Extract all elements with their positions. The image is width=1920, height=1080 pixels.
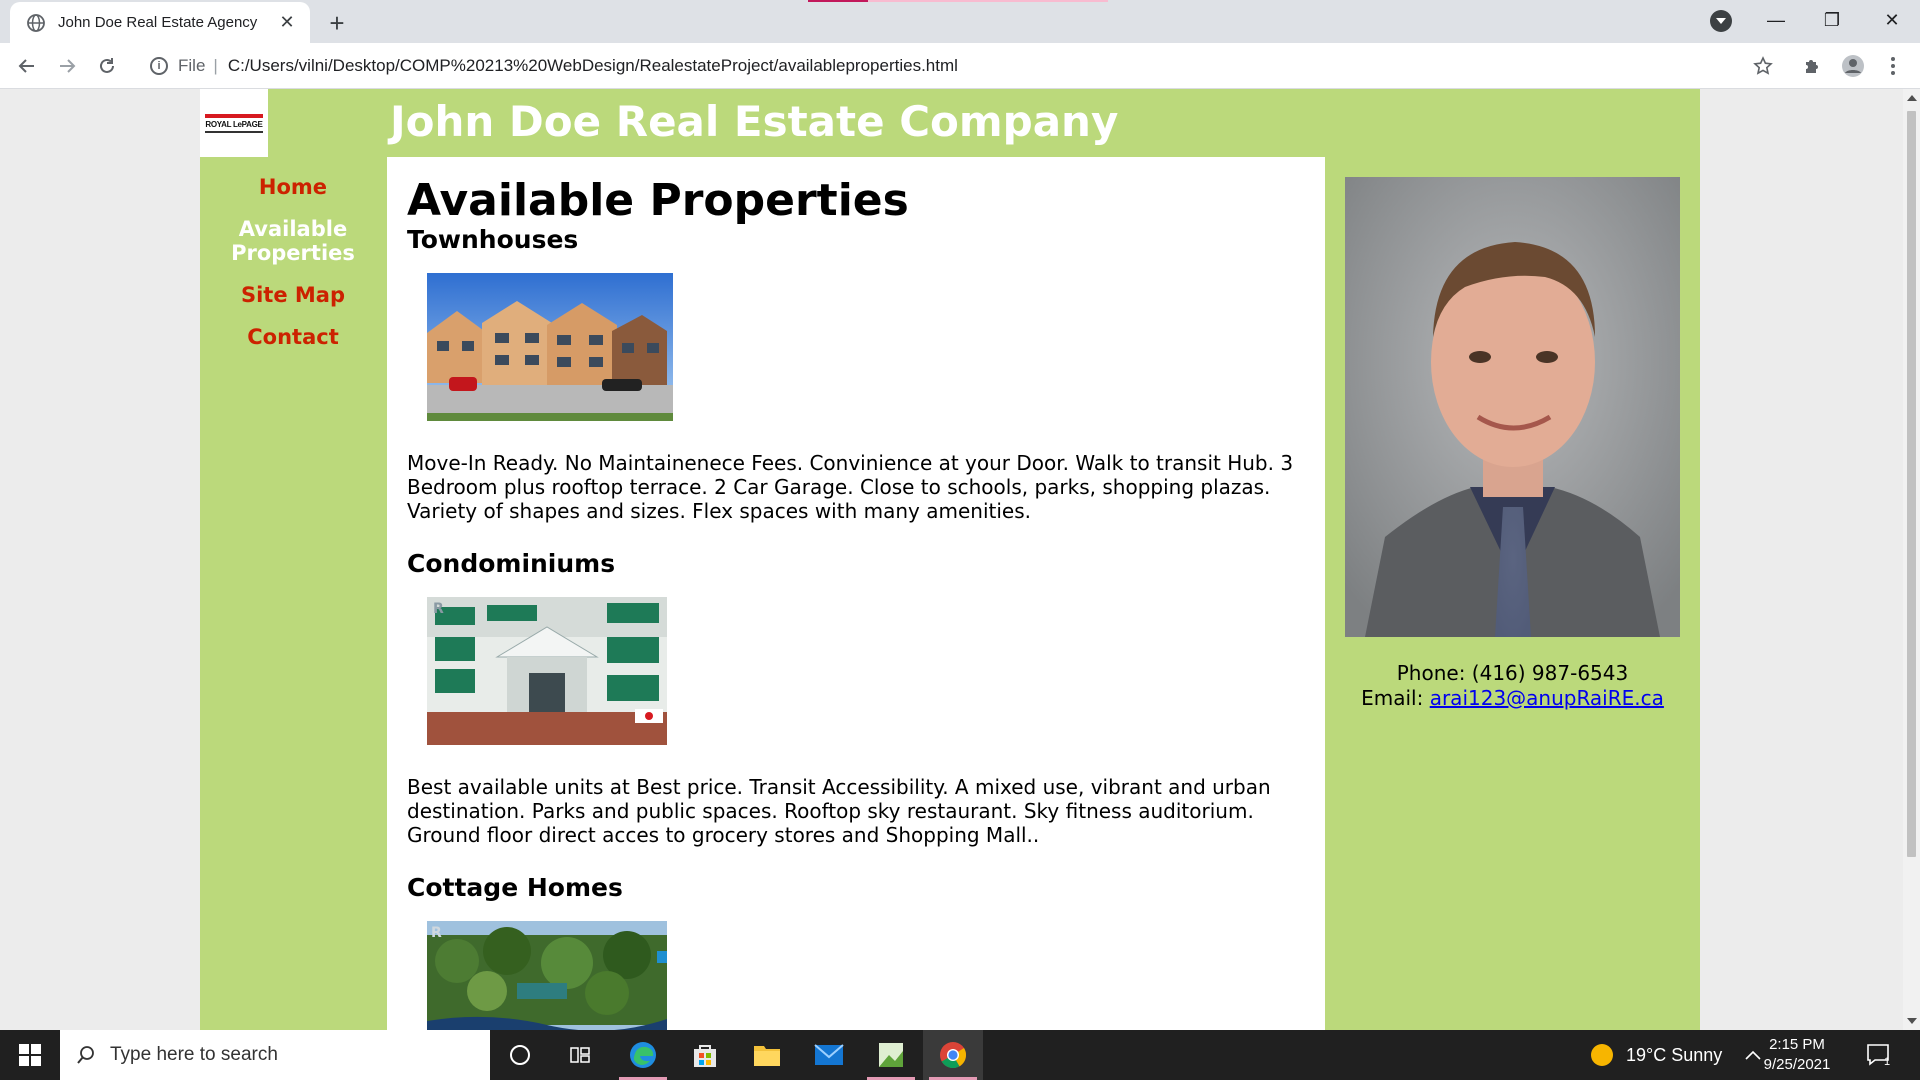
globe-icon — [27, 13, 45, 32]
nav-available-properties-link[interactable]: Available Properties — [200, 217, 386, 265]
sun-icon — [1591, 1044, 1613, 1066]
forward-button[interactable] — [52, 51, 82, 81]
chrome-icon[interactable] — [923, 1030, 983, 1080]
page-viewport: ROYAL LePAGE John Doe Real Estate Compan… — [0, 89, 1903, 1030]
scroll-down-arrow-icon[interactable] — [1907, 1018, 1917, 1024]
notification-count: 1 — [1884, 1056, 1891, 1068]
condominiums-description: Best available units at Best price. Tran… — [407, 775, 1271, 847]
agent-portrait — [1345, 177, 1680, 637]
info-icon[interactable]: i — [150, 57, 168, 75]
site-header: ROYAL LePAGE John Doe Real Estate Compan… — [200, 89, 1700, 157]
browser-tab[interactable]: John Doe Real Estate Agency ✕ — [10, 2, 310, 43]
svg-text:R: R — [433, 601, 444, 617]
search-icon — [77, 1046, 94, 1064]
agent-sidebar: Phone: (416) 987-6543 Email: arai123@anu… — [1345, 177, 1680, 711]
townhouses-heading: Townhouses — [407, 225, 579, 254]
scroll-up-arrow-icon[interactable] — [1907, 95, 1917, 101]
svg-text:R: R — [431, 925, 442, 941]
windows-taskbar: Type here to search 19°C Sunny 2:15 PM 9… — [0, 1030, 1920, 1080]
extensions-puzzle-icon[interactable] — [1797, 51, 1827, 81]
windows-logo-icon — [19, 1044, 41, 1066]
email-label: Email: — [1361, 686, 1430, 710]
townhouses-description: Move-In Ready. No Maintainenece Fees. Co… — [407, 451, 1294, 523]
agent-email-link[interactable]: arai123@anupRaiRE.ca — [1430, 686, 1664, 710]
nav-available-line2: Properties — [231, 241, 355, 265]
royal-lepage-logo[interactable]: ROYAL LePAGE — [200, 89, 268, 157]
reload-icon — [100, 58, 114, 73]
arrow-left-icon — [18, 59, 34, 73]
nav-available-line1: Available — [238, 217, 348, 241]
mail-icon[interactable] — [799, 1030, 859, 1080]
restore-button[interactable]: ❐ — [1804, 0, 1860, 40]
nav-home-link[interactable]: Home — [200, 175, 386, 199]
url-text: C:/Users/vilni/Desktop/COMP%20213%20WebD… — [227, 56, 958, 75]
notification-center-icon[interactable]: 1 — [1866, 1030, 1890, 1080]
profile-avatar-icon[interactable] — [1838, 51, 1868, 81]
weather-text: 19°C Sunny — [1626, 1044, 1723, 1065]
browser-toolbar: i File | C:/Users/vilni/Desktop/COMP%202… — [0, 43, 1920, 89]
address-bar[interactable]: i File | C:/Users/vilni/Desktop/COMP%202… — [138, 49, 1778, 83]
site-title: John Doe Real Estate Company — [390, 97, 1119, 146]
weather-widget[interactable]: 19°C Sunny — [1590, 1030, 1722, 1080]
agent-phone: Phone: (416) 987-6543 — [1396, 661, 1629, 685]
browser-menu-icon[interactable] — [1878, 51, 1908, 81]
main-content: Available Properties Townhouses Move-In … — [387, 157, 1325, 1030]
agent-contact: Phone: (416) 987-6543 Email: arai123@anu… — [1345, 661, 1680, 711]
new-tab-button[interactable]: + — [322, 8, 352, 38]
reload-button[interactable] — [92, 51, 122, 81]
cortana-icon[interactable] — [490, 1030, 550, 1080]
page-scrollbar[interactable] — [1903, 89, 1920, 1030]
site-container: ROYAL LePAGE John Doe Real Estate Compan… — [200, 89, 1700, 1030]
bookmark-star-icon[interactable] — [1748, 51, 1778, 81]
agent-email-line: Email: arai123@anupRaiRE.ca — [1345, 686, 1680, 711]
tab-strip: John Doe Real Estate Agency ✕ + — ❐ ✕ — [0, 0, 1920, 43]
townhouse-photo — [427, 273, 673, 421]
back-button[interactable] — [12, 51, 42, 81]
task-view-icon[interactable] — [550, 1030, 610, 1080]
edge-browser-icon[interactable] — [613, 1030, 673, 1080]
clock-time: 2:15 PM — [1769, 1036, 1825, 1053]
minimize-button[interactable]: — — [1748, 0, 1804, 40]
taskbar-search[interactable]: Type here to search — [60, 1030, 490, 1080]
tab-title: John Doe Real Estate Agency — [58, 14, 258, 31]
close-tab-icon[interactable]: ✕ — [276, 12, 298, 33]
loading-indicator-track — [868, 0, 1108, 2]
start-button[interactable] — [0, 1030, 60, 1080]
taskbar-clock[interactable]: 2:15 PM 9/25/2021 — [1752, 1035, 1842, 1075]
condominium-photo: R — [427, 597, 667, 745]
logo-text: ROYAL LePAGE — [205, 119, 263, 129]
photo-app-icon[interactable] — [861, 1030, 921, 1080]
site-nav: Home Available Properties Site Map Conta… — [200, 157, 386, 349]
loading-indicator — [808, 0, 868, 2]
condominiums-heading: Condominiums — [407, 549, 616, 578]
microsoft-store-icon[interactable] — [675, 1030, 735, 1080]
search-placeholder: Type here to search — [110, 1044, 278, 1065]
url-scheme: File — [178, 56, 206, 75]
arrow-right-icon — [60, 59, 76, 73]
nav-sitemap-link[interactable]: Site Map — [200, 283, 386, 307]
page-heading: Available Properties — [407, 175, 909, 226]
scrollbar-thumb[interactable] — [1907, 111, 1916, 857]
cottage-photo: R — [427, 921, 667, 1030]
close-window-button[interactable]: ✕ — [1864, 0, 1920, 40]
url-separator: | — [213, 56, 218, 75]
nav-contact-link[interactable]: Contact — [200, 325, 386, 349]
file-explorer-icon[interactable] — [737, 1030, 797, 1080]
cottage-homes-heading: Cottage Homes — [407, 873, 623, 902]
tab-search-icon[interactable] — [1710, 10, 1732, 32]
clock-date: 9/25/2021 — [1763, 1056, 1831, 1073]
